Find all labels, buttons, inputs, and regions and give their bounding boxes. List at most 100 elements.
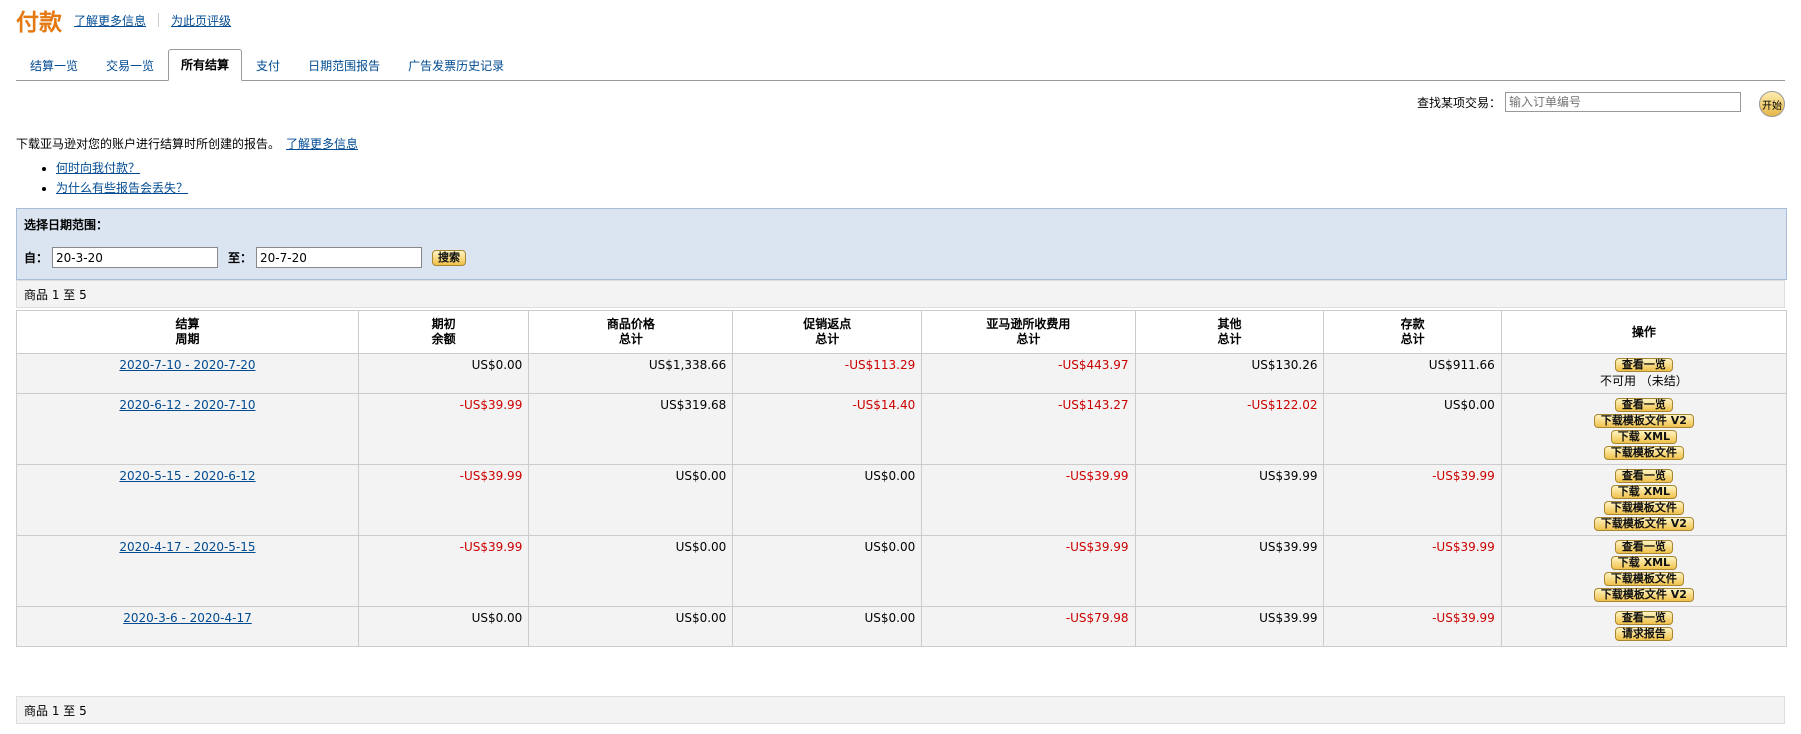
tab-3[interactable]: 支付 bbox=[242, 51, 294, 80]
tab-5[interactable]: 广告发票历史记录 bbox=[394, 51, 518, 80]
amount-cell: US$0.00 bbox=[1323, 393, 1502, 465]
find-transaction: 查找某项交易： bbox=[1417, 92, 1741, 112]
tab-bar: 结算一览 交易一览 所有结算 支付 日期范围报告 广告发票历史记录 bbox=[16, 49, 1785, 81]
period-cell: 2020-6-12 - 2020-7-10 bbox=[16, 393, 359, 465]
action-button[interactable]: 下载模板文件 bbox=[1603, 446, 1684, 460]
amount-cell: -US$122.02 bbox=[1134, 393, 1325, 465]
intro-text: 下载亚马逊对您的账户进行结算时所创建的报告。 了解更多信息 bbox=[16, 135, 358, 152]
action-button[interactable]: 请求报告 bbox=[1614, 627, 1673, 641]
table-row: 2020-4-17 - 2020-5-15 -US$39.99 US$0.00 US$… bbox=[16, 535, 1788, 607]
table-row: 2020-3-6 - 2020-4-17 US$0.00 US$0.00 US$0.0… bbox=[16, 606, 1788, 647]
column-header: 其他 总计 bbox=[1134, 310, 1325, 354]
table-row: 2020-6-12 - 2020-7-10 -US$39.99 US$319.68 -… bbox=[16, 393, 1788, 465]
period-cell: 2020-7-10 - 2020-7-20 bbox=[16, 353, 359, 394]
amount-cell: US$911.66 bbox=[1323, 353, 1502, 394]
unavailable-note: 不可用 （未结） bbox=[1599, 374, 1688, 388]
action-button[interactable]: 下载 XML bbox=[1610, 430, 1678, 444]
amount-cell: -US$39.99 bbox=[357, 393, 530, 465]
amount-cell: US$0.00 bbox=[732, 464, 923, 536]
find-label: 查找某项交易： bbox=[1416, 95, 1501, 110]
column-header-line: 结算 bbox=[175, 317, 200, 331]
action-button[interactable]: 查看一览 bbox=[1614, 358, 1673, 372]
action-button[interactable]: 查看一览 bbox=[1614, 398, 1673, 412]
faq-link-when-paid[interactable]: 何时向我付款？ bbox=[56, 161, 140, 175]
from-label: 自： bbox=[24, 251, 49, 265]
settlement-period-link[interactable]: 2020-4-17 - 2020-5-15 bbox=[119, 540, 255, 554]
settlement-period-link[interactable]: 2020-7-10 - 2020-7-20 bbox=[119, 358, 255, 372]
action-button[interactable]: 查看一览 bbox=[1614, 469, 1673, 483]
column-header: 亚马逊所收费用 总计 bbox=[921, 310, 1136, 354]
column-header-line: 促销返点 bbox=[803, 317, 852, 331]
action-button[interactable]: 下载模板文件 V2 bbox=[1593, 588, 1694, 602]
amount-cell: -US$39.99 bbox=[357, 535, 530, 607]
column-header: 存款 总计 bbox=[1323, 310, 1502, 354]
list-item: 何时向我付款？ bbox=[56, 159, 188, 176]
action-button[interactable]: 下载模板文件 V2 bbox=[1593, 517, 1694, 531]
amount-cell: -US$143.27 bbox=[921, 393, 1136, 465]
go-button[interactable]: 开始 bbox=[1759, 91, 1785, 117]
settlement-period-link[interactable]: 2020-3-6 - 2020-4-17 bbox=[123, 611, 252, 625]
amount-cell: US$0.00 bbox=[732, 535, 923, 607]
tab-4[interactable]: 日期范围报告 bbox=[294, 51, 394, 80]
settlement-period-link[interactable]: 2020-6-12 - 2020-7-10 bbox=[119, 398, 255, 412]
column-header-line: 总计 bbox=[1400, 332, 1425, 346]
action-button[interactable]: 下载模板文件 bbox=[1603, 572, 1684, 586]
amount-cell: US$0.00 bbox=[732, 606, 923, 647]
from-date-input[interactable] bbox=[52, 247, 219, 268]
to-label: 至： bbox=[228, 251, 253, 265]
column-header-line: 存款 bbox=[1400, 317, 1425, 331]
amount-cell: -US$39.99 bbox=[921, 464, 1136, 536]
amount-cell: US$319.68 bbox=[528, 393, 734, 465]
item-count-bottom: 商品 1 至 5 bbox=[16, 696, 1785, 724]
to-date-input[interactable] bbox=[256, 247, 423, 268]
tab-1[interactable]: 交易一览 bbox=[92, 51, 168, 80]
rate-page-link[interactable]: 为此页评级 bbox=[171, 12, 231, 29]
tab-2[interactable]: 所有结算 bbox=[168, 49, 243, 81]
column-header-line: 周期 bbox=[175, 332, 200, 346]
action-button[interactable]: 下载模板文件 V2 bbox=[1593, 414, 1694, 428]
column-header: 期初 余额 bbox=[357, 310, 530, 354]
actions-cell: 查看一览下载模板文件 V2 下载 XML 下载模板文件 bbox=[1500, 393, 1788, 465]
amount-cell: US$130.26 bbox=[1134, 353, 1325, 394]
action-button[interactable]: 查看一览 bbox=[1614, 540, 1673, 554]
table-row: 2020-5-15 - 2020-6-12 -US$39.99 US$0.00 US$… bbox=[16, 464, 1788, 536]
period-cell: 2020-3-6 - 2020-4-17 bbox=[16, 606, 359, 647]
amount-cell: US$0.00 bbox=[357, 353, 530, 394]
faq-link-missing-reports[interactable]: 为什么有些报告会丢失？ bbox=[56, 181, 188, 195]
date-range-row: 自： 至： 搜索 bbox=[24, 247, 467, 268]
actions-cell: 查看一览下载 XML 下载模板文件 下载模板文件 V2 bbox=[1500, 464, 1788, 536]
column-header-line: 商品价格 bbox=[606, 317, 655, 331]
table-header-row: 结算 周期 期初 余额 商品价格 总计 促销返点 总计 亚马逊所收费用 总计 其他 总计 存款 总计 操作 bbox=[16, 310, 1788, 354]
actions-cell: 查看一览下载 XML 下载模板文件 下载模板文件 V2 bbox=[1500, 535, 1788, 607]
action-button[interactable]: 查看一览 bbox=[1614, 611, 1673, 625]
order-id-input[interactable] bbox=[1505, 92, 1741, 112]
amount-cell: -US$443.97 bbox=[921, 353, 1136, 394]
actions-cell: 查看一览 请求报告 bbox=[1500, 606, 1788, 647]
amount-cell: -US$39.99 bbox=[1323, 535, 1502, 607]
page-header: 付款 了解更多信息 为此页评级 bbox=[16, 0, 243, 40]
action-button[interactable]: 下载 XML bbox=[1610, 556, 1678, 570]
intro-learn-more-link[interactable]: 了解更多信息 bbox=[286, 137, 358, 151]
column-header-line: 余额 bbox=[431, 332, 456, 346]
column-header-line: 亚马逊所收费用 bbox=[986, 317, 1071, 331]
amount-cell: US$0.00 bbox=[357, 606, 530, 647]
intro-description: 下载亚马逊对您的账户进行结算时所创建的报告。 bbox=[16, 137, 281, 151]
amount-cell: US$39.99 bbox=[1134, 535, 1325, 607]
amount-cell: US$39.99 bbox=[1134, 606, 1325, 647]
column-header-line: 总计 bbox=[618, 332, 643, 346]
column-header: 促销返点 总计 bbox=[732, 310, 923, 354]
action-button[interactable]: 下载模板文件 bbox=[1603, 501, 1684, 515]
tab-0[interactable]: 结算一览 bbox=[16, 51, 92, 80]
column-header-line: 总计 bbox=[815, 332, 840, 346]
column-header-line: 操作 bbox=[1631, 324, 1656, 339]
learn-more-link[interactable]: 了解更多信息 bbox=[74, 12, 146, 29]
settlement-period-link[interactable]: 2020-5-15 - 2020-6-12 bbox=[119, 469, 255, 483]
period-cell: 2020-4-17 - 2020-5-15 bbox=[16, 535, 359, 607]
faq-list: 何时向我付款？ 为什么有些报告会丢失？ bbox=[40, 159, 188, 199]
column-header-line: 总计 bbox=[1016, 332, 1041, 346]
amount-cell: US$0.00 bbox=[528, 535, 734, 607]
actions-cell: 查看一览不可用 （未结） bbox=[1500, 353, 1788, 394]
amount-cell: -US$39.99 bbox=[1323, 606, 1502, 647]
action-button[interactable]: 下载 XML bbox=[1610, 485, 1678, 499]
search-button[interactable]: 搜索 bbox=[432, 249, 467, 266]
